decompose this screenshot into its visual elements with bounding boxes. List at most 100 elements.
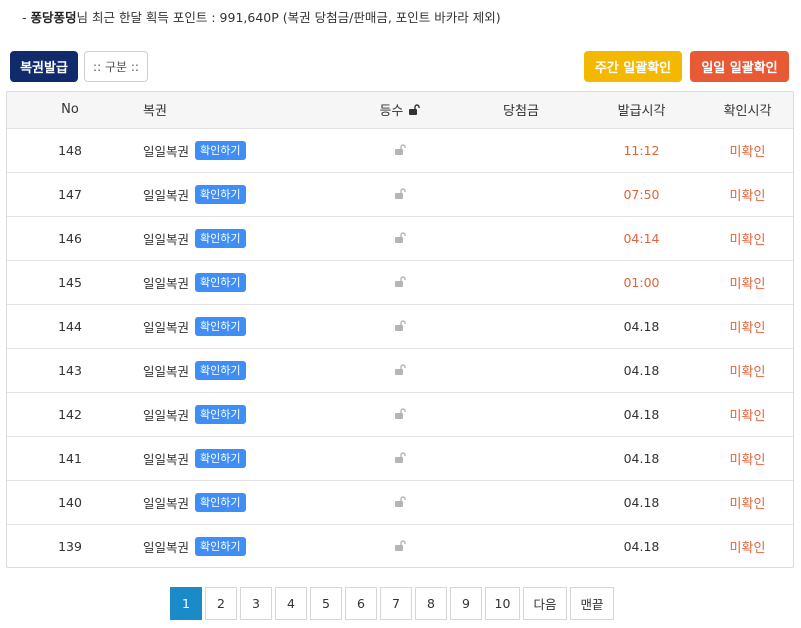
pagination: 1 2 3 4 5 6 7 8 9 10 다음 맨끝 (170, 587, 614, 620)
page-button-2[interactable]: 2 (205, 587, 237, 620)
row-issued-time: 04.18 (581, 523, 702, 567)
row-checked-status: 미확인 (702, 391, 793, 436)
row-prize (461, 347, 581, 392)
lottery-name: 일일복권 (143, 275, 190, 291)
row-prize (461, 127, 581, 172)
table-row: 142 일일복권 확인하기 04.18 미확인 (7, 391, 793, 436)
row-grade (338, 435, 461, 480)
page-button-1[interactable]: 1 (170, 587, 202, 620)
lottery-name: 일일복권 (143, 319, 190, 335)
confirm-button[interactable]: 확인하기 (195, 404, 246, 424)
row-prize (461, 259, 581, 304)
header-issued: 발급시각 (617, 104, 666, 120)
row-prize (461, 435, 581, 480)
row-no: 141 (7, 435, 133, 480)
page-button-10[interactable]: 10 (485, 587, 520, 620)
row-prize (461, 391, 581, 436)
lock-open-icon (394, 143, 406, 158)
row-lottery: 일일복권 확인하기 (133, 479, 338, 524)
page-button-8[interactable]: 8 (415, 587, 447, 620)
row-no: 144 (7, 303, 133, 348)
page-button-6[interactable]: 6 (345, 587, 377, 620)
row-no: 148 (7, 127, 133, 172)
page-button-5[interactable]: 5 (310, 587, 342, 620)
row-issued-time: 11:12 (581, 127, 702, 172)
row-prize (461, 523, 581, 567)
row-checked-status: 미확인 (702, 435, 793, 480)
row-grade (338, 523, 461, 567)
row-lottery: 일일복권 확인하기 (133, 523, 338, 567)
lock-open-icon (394, 187, 406, 202)
row-prize (461, 479, 581, 524)
table-row: 140 일일복권 확인하기 04.18 미확인 (7, 479, 793, 524)
row-checked-status: 미확인 (702, 479, 793, 524)
row-grade (338, 391, 461, 436)
lottery-name: 일일복권 (143, 407, 190, 423)
lottery-table: No 복권 등수 당첨금 발급시각 확인시각 148 일일복권 확인하기 11:12 미… (6, 91, 794, 568)
row-lottery: 일일복권 확인하기 (133, 215, 338, 260)
row-grade (338, 347, 461, 392)
lock-open-icon (408, 104, 420, 119)
confirm-button[interactable]: 확인하기 (195, 360, 246, 380)
confirm-button[interactable]: 확인하기 (195, 492, 246, 512)
table-row: 144 일일복권 확인하기 04.18 미확인 (7, 303, 793, 348)
table-row: 147 일일복권 확인하기 07:50 미확인 (7, 171, 793, 216)
username: 퐁당퐁덩 (30, 10, 77, 25)
confirm-button[interactable]: 확인하기 (195, 536, 246, 556)
row-no: 145 (7, 259, 133, 304)
row-grade (338, 479, 461, 524)
confirm-button[interactable]: 확인하기 (195, 316, 246, 336)
lock-open-icon (394, 319, 406, 334)
lottery-name: 일일복권 (143, 143, 190, 159)
row-issued-time: 01:00 (581, 259, 702, 304)
row-no: 139 (7, 523, 133, 567)
page-button-3[interactable]: 3 (240, 587, 272, 620)
row-checked-status: 미확인 (702, 259, 793, 304)
table-header-row: No 복권 등수 당첨금 발급시각 확인시각 (7, 92, 793, 128)
next-page-button[interactable]: 다음 (523, 587, 567, 620)
row-lottery: 일일복권 확인하기 (133, 171, 338, 216)
table-row: 146 일일복권 확인하기 04:14 미확인 (7, 215, 793, 260)
lottery-name: 일일복권 (143, 539, 190, 555)
row-issued-time: 04.18 (581, 435, 702, 480)
row-lottery: 일일복권 확인하기 (133, 435, 338, 480)
daily-bulk-confirm-button[interactable]: 일일 일괄확인 (690, 51, 789, 82)
confirm-button[interactable]: 확인하기 (195, 448, 246, 468)
lock-open-icon (394, 275, 406, 290)
category-filter-select[interactable]: :: 구분 :: (84, 51, 148, 82)
confirm-button[interactable]: 확인하기 (195, 272, 246, 292)
row-grade (338, 215, 461, 260)
points-summary: 님 최근 한달 획득 포인트 : 991,640P (복권 당첨금/판매금, 포… (76, 10, 501, 25)
row-grade (338, 171, 461, 216)
table-row: 145 일일복권 확인하기 01:00 미확인 (7, 259, 793, 304)
header-prize: 당첨금 (503, 104, 539, 120)
page-button-7[interactable]: 7 (380, 587, 412, 620)
lottery-name: 일일복권 (143, 451, 190, 467)
confirm-button[interactable]: 확인하기 (195, 228, 246, 248)
page-button-4[interactable]: 4 (275, 587, 307, 620)
row-grade (338, 127, 461, 172)
lottery-name: 일일복권 (143, 495, 190, 511)
row-no: 143 (7, 347, 133, 392)
lock-open-icon (394, 407, 406, 422)
row-no: 142 (7, 391, 133, 436)
header-grade: 등수 (338, 92, 461, 128)
table-row: 148 일일복권 확인하기 11:12 미확인 (7, 127, 793, 172)
weekly-bulk-confirm-button[interactable]: 주간 일괄확인 (584, 51, 682, 82)
lock-open-icon (394, 231, 406, 246)
table-row: 143 일일복권 확인하기 04.18 미확인 (7, 347, 793, 392)
last-page-button[interactable]: 맨끝 (570, 587, 614, 620)
lock-open-icon (394, 539, 406, 554)
table-row: 139 일일복권 확인하기 04.18 미확인 (7, 523, 793, 567)
issue-lottery-button[interactable]: 복권발급 (10, 51, 78, 82)
lock-open-icon (394, 495, 406, 510)
lock-open-icon (394, 363, 406, 378)
row-prize (461, 303, 581, 348)
confirm-button[interactable]: 확인하기 (195, 140, 246, 160)
confirm-button[interactable]: 확인하기 (195, 184, 246, 204)
lottery-name: 일일복권 (143, 187, 190, 203)
row-no: 140 (7, 479, 133, 524)
row-prize (461, 171, 581, 216)
page-button-9[interactable]: 9 (450, 587, 482, 620)
row-lottery: 일일복권 확인하기 (133, 347, 338, 392)
